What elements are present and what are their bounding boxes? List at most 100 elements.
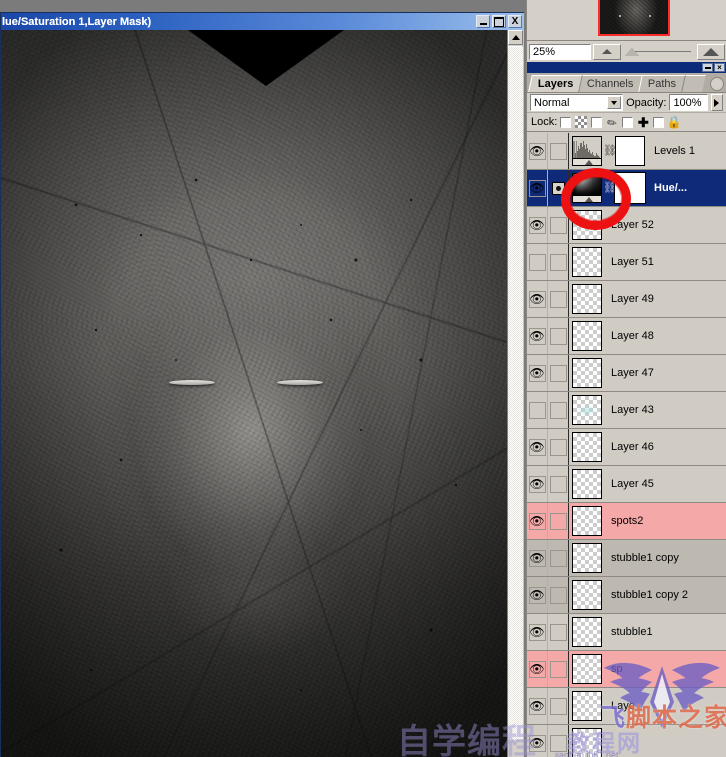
image-canvas[interactable] [1,30,507,757]
layer-thumbnail[interactable] [572,210,602,240]
layer-visibility-toggle[interactable]: 👁 [527,577,548,613]
layer-row[interactable]: 👁stubble1 [527,614,726,651]
layer-thumbnail[interactable] [572,728,602,757]
layer-visibility-toggle[interactable] [527,392,548,428]
layer-row[interactable]: Layer 51 [527,244,726,281]
panel-close-button[interactable]: × [714,63,725,72]
layer-row[interactable]: 👁sp [527,651,726,688]
layer-thumbnail[interactable] [572,321,602,351]
hue-saturation-thumbnail[interactable] [572,173,602,203]
scrollbar-track[interactable] [508,47,523,740]
tab-layers[interactable]: Layers [528,75,583,92]
layer-thumbnail[interactable] [572,395,602,425]
layer-row[interactable]: Layer 43 [527,392,726,429]
layer-row[interactable]: 👁Layer 47 [527,355,726,392]
layers-panel-titlebar[interactable]: × [527,62,726,73]
blend-mode-select[interactable]: Normal [530,94,623,111]
layer-thumbnail[interactable] [572,691,602,721]
layer-thumbnail[interactable] [572,432,602,462]
layer-mask-thumbnail[interactable] [615,173,645,203]
zoom-slider[interactable] [623,44,695,60]
lock-image-pixels-checkbox[interactable] [591,117,602,128]
layer-visibility-toggle[interactable]: 👁 [527,466,548,502]
layer-row[interactable]: 👁Layer 48 [527,318,726,355]
layer-link-toggle[interactable] [548,540,569,576]
layer-link-toggle[interactable] [548,281,569,317]
lock-all-checkbox[interactable] [653,117,664,128]
tab-paths[interactable]: Paths [638,75,686,92]
zoom-input[interactable]: 25% [529,44,591,60]
slider-knob-icon[interactable] [625,48,639,56]
layer-visibility-toggle[interactable] [527,244,548,280]
layer-thumbnail[interactable] [572,617,602,647]
zoom-out-button[interactable] [593,44,621,60]
close-button[interactable]: X [508,15,522,28]
layer-link-toggle[interactable] [548,207,569,243]
layer-list[interactable]: 👁⛓Levels 1👁⛓Hue/...👁Layer 52Layer 51👁Lay… [527,133,726,757]
tab-channels[interactable]: Channels [578,75,644,92]
layer-link-toggle[interactable] [548,318,569,354]
opacity-input[interactable]: 100% [669,94,707,111]
layer-link-toggle[interactable] [548,614,569,650]
layer-link-toggle[interactable] [548,688,569,724]
layer-row[interactable]: 👁 [527,725,726,757]
lock-position-checkbox[interactable] [622,117,633,128]
layer-visibility-toggle[interactable]: 👁 [527,207,548,243]
layer-visibility-toggle[interactable]: 👁 [527,355,548,391]
layer-visibility-toggle[interactable]: 👁 [527,170,548,206]
panel-minimize-button[interactable] [702,63,713,72]
layer-visibility-toggle[interactable]: 👁 [527,651,548,687]
scroll-up-button[interactable] [508,30,523,45]
layer-link-toggle[interactable] [548,244,569,280]
layer-link-toggle[interactable] [548,355,569,391]
layer-visibility-toggle[interactable]: 👁 [527,725,548,757]
chain-link-icon[interactable]: ⛓ [603,146,613,157]
zoom-in-button[interactable] [697,44,725,60]
layer-row[interactable]: 👁Layer 45 [527,466,726,503]
layer-row[interactable]: 👁Laye [527,688,726,725]
layer-row[interactable]: 👁Layer 49 [527,281,726,318]
layer-row[interactable]: 👁Layer 46 [527,429,726,466]
layer-visibility-toggle[interactable]: 👁 [527,281,548,317]
layer-link-toggle[interactable] [548,651,569,687]
layer-row[interactable]: 👁stubble1 copy 2 [527,577,726,614]
document-titlebar[interactable]: lue/Saturation 1,Layer Mask) X [1,13,524,30]
layer-link-toggle[interactable] [548,133,569,169]
layer-visibility-toggle[interactable]: 👁 [527,614,548,650]
layer-row[interactable]: 👁Layer 52 [527,207,726,244]
panel-menu-button[interactable] [710,77,724,91]
layer-thumbnail[interactable] [572,580,602,610]
layer-thumbnail[interactable] [572,358,602,388]
canvas-vertical-scrollbar[interactable] [507,30,523,757]
layer-thumbnail[interactable] [572,543,602,573]
layer-visibility-toggle[interactable]: 👁 [527,540,548,576]
layer-visibility-toggle[interactable]: 👁 [527,318,548,354]
layer-visibility-toggle[interactable]: 👁 [527,688,548,724]
layer-link-toggle[interactable] [548,466,569,502]
layer-link-toggle[interactable] [548,429,569,465]
layer-link-toggle[interactable] [548,392,569,428]
layer-thumbnail[interactable] [572,284,602,314]
layer-thumbnail[interactable] [572,654,602,684]
layer-thumbnail[interactable] [572,247,602,277]
minimize-button[interactable] [476,15,490,28]
layer-thumbnail[interactable] [572,469,602,499]
layer-thumbnail[interactable] [572,506,602,536]
layer-link-toggle[interactable] [548,503,569,539]
opacity-stepper[interactable] [711,94,723,111]
layer-row[interactable]: 👁⛓Levels 1 [527,133,726,170]
layer-visibility-toggle[interactable]: 👁 [527,133,548,169]
layer-link-toggle[interactable] [548,577,569,613]
navigator-thumbnail[interactable] [598,0,670,36]
layer-visibility-toggle[interactable]: 👁 [527,429,548,465]
navigator-preview-area[interactable] [527,0,726,40]
lock-transparent-pixels-checkbox[interactable] [560,117,571,128]
chain-link-icon[interactable]: ⛓ [603,183,613,194]
layer-row[interactable]: 👁⛓Hue/... [527,170,726,207]
layer-visibility-toggle[interactable]: 👁 [527,503,548,539]
levels-histogram-thumbnail[interactable] [572,136,602,166]
maximize-button[interactable] [492,15,506,28]
layer-row[interactable]: 👁stubble1 copy [527,540,726,577]
layer-row[interactable]: 👁spots2 [527,503,726,540]
chevron-down-icon[interactable] [607,96,621,109]
